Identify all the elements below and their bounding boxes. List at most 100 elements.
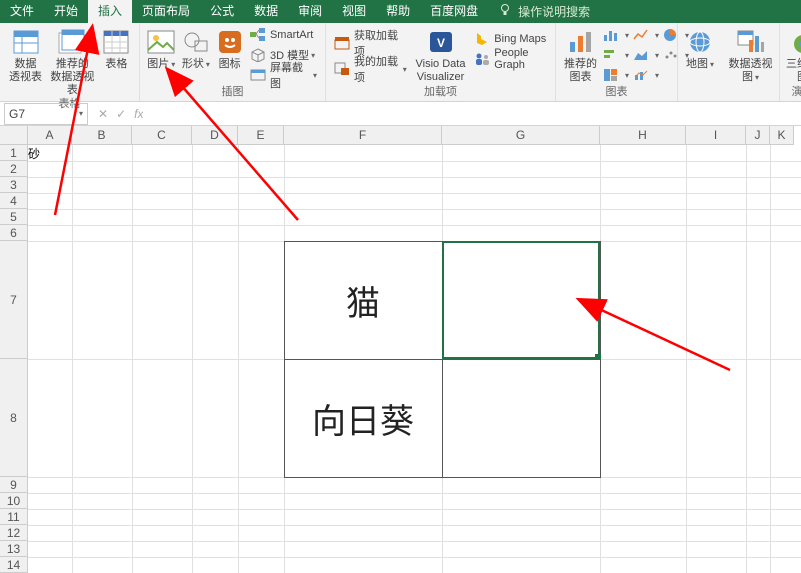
tab-home[interactable]: 开始 <box>44 0 88 23</box>
icons-button[interactable]: 图标 <box>213 25 246 71</box>
chevron-down-icon: ▾ <box>311 51 315 60</box>
recommended-charts-button[interactable]: 推荐的 图表 <box>560 25 601 84</box>
row-header[interactable]: 3 <box>0 177 27 193</box>
group-label-addins: 加载项 <box>330 85 551 101</box>
row-header[interactable]: 6 <box>0 225 27 241</box>
chart-type-area-button[interactable]: ▾ <box>631 45 661 65</box>
recommended-pivot-button[interactable]: 推荐的 数据透视表 <box>47 25 98 97</box>
table-button[interactable]: 表格 <box>98 25 135 71</box>
tab-page-layout[interactable]: 页面布局 <box>132 0 200 23</box>
screenshot-button[interactable]: 屏幕截图▾ <box>246 65 321 85</box>
pie-chart-icon <box>663 27 679 43</box>
fx-icon[interactable]: fx <box>134 107 143 121</box>
svg-text:V: V <box>436 36 444 50</box>
cube-icon <box>250 47 266 63</box>
line-chart-icon <box>633 27 649 43</box>
group-addins: 获取加载项 我的加载项▾ V Visio Data Visualizer <box>326 23 556 101</box>
col-header[interactable]: I <box>686 126 746 144</box>
bing-icon <box>474 31 490 47</box>
row-header[interactable]: 4 <box>0 193 27 209</box>
formula-input[interactable] <box>143 106 801 122</box>
pivot-table-button[interactable]: 数据 透视表 <box>4 25 47 84</box>
globe3d-icon <box>787 27 801 57</box>
chart-type-combo-button[interactable]: ▾ <box>631 65 661 85</box>
cell-F8[interactable]: 向日葵 <box>284 359 442 477</box>
chevron-down-icon[interactable]: ▾ <box>79 109 83 118</box>
tab-file[interactable]: 文件 <box>0 0 44 23</box>
column-chart-icon <box>603 27 619 43</box>
chevron-down-icon: ▾ <box>206 60 210 69</box>
tab-insert[interactable]: 插入 <box>88 0 132 23</box>
group-charts: 推荐的 图表 ▾ ▾ ▾ ▾ ▾ ▾ ▾ ▾ 图表 <box>556 23 678 101</box>
scatter-chart-icon <box>663 47 679 63</box>
tab-review[interactable]: 审阅 <box>288 0 332 23</box>
col-header[interactable]: B <box>72 126 132 144</box>
chevron-down-icon: ▾ <box>755 73 759 82</box>
chart-type-line-button[interactable]: ▾ <box>631 25 661 45</box>
group-label-illus: 插图 <box>144 85 321 101</box>
chart-type-bar-button[interactable]: ▾ <box>601 45 631 65</box>
tab-view[interactable]: 视图 <box>332 0 376 23</box>
lightbulb-icon <box>498 3 512 20</box>
row-header[interactable]: 13 <box>0 541 27 557</box>
row-header[interactable]: 5 <box>0 209 27 225</box>
chart-type-col-button[interactable]: ▾ <box>601 25 631 45</box>
row-header[interactable]: 1 <box>0 145 27 161</box>
row-header[interactable]: 10 <box>0 493 27 509</box>
store-icon <box>334 35 350 51</box>
people-graph-button[interactable]: People Graph <box>470 49 551 69</box>
row-header[interactable]: 11 <box>0 509 27 525</box>
col-header[interactable]: F <box>284 126 442 144</box>
cell-grid[interactable]: 砂 猫 向日葵 <box>28 145 801 573</box>
bar-chart-icon <box>603 47 619 63</box>
menu-tab-bar: 文件 开始 插入 页面布局 公式 数据 审阅 视图 帮助 百度网盘 操作说明搜索 <box>0 0 801 23</box>
row-header[interactable]: 8 <box>0 359 27 477</box>
pivot-table-icon <box>10 27 42 57</box>
tell-me-search[interactable]: 操作说明搜索 <box>488 3 600 20</box>
group-tables: 数据 透视表 推荐的 数据透视表 表格 表格 <box>0 23 140 101</box>
my-addins-button[interactable]: 我的加载项▾ <box>330 59 411 79</box>
col-header[interactable]: G <box>442 126 600 144</box>
select-all-corner[interactable] <box>0 126 28 145</box>
col-header[interactable]: C <box>132 126 192 144</box>
chevron-down-icon: ▾ <box>171 60 175 69</box>
column-headers: A B C D E F G H I J K <box>28 126 794 145</box>
col-header[interactable]: J <box>746 126 770 144</box>
maps-button[interactable]: 地图▾ <box>682 25 718 71</box>
smartart-button[interactable]: SmartArt <box>246 25 321 45</box>
row-header[interactable]: 9 <box>0 477 27 493</box>
shapes-button[interactable]: 形状▾ <box>179 25 214 71</box>
chevron-down-icon: ▾ <box>313 71 317 80</box>
treemap-chart-icon <box>603 67 619 83</box>
col-header[interactable]: E <box>238 126 284 144</box>
recommended-charts-icon <box>565 27 597 57</box>
visio-button[interactable]: V Visio Data Visualizer <box>411 25 471 84</box>
screenshot-icon <box>250 67 266 83</box>
cancel-formula-button[interactable]: ✕ <box>98 107 108 121</box>
combo-chart-icon <box>633 67 649 83</box>
confirm-formula-button[interactable]: ✓ <box>116 107 126 121</box>
col-header[interactable]: H <box>600 126 686 144</box>
tab-formulas[interactable]: 公式 <box>200 0 244 23</box>
tab-help[interactable]: 帮助 <box>376 0 420 23</box>
tab-data[interactable]: 数据 <box>244 0 288 23</box>
tab-baidu[interactable]: 百度网盘 <box>420 0 488 23</box>
col-header[interactable]: K <box>770 126 794 144</box>
col-header[interactable]: D <box>192 126 238 144</box>
pictures-icon <box>145 27 177 57</box>
chart-type-map-button[interactable]: ▾ <box>601 65 631 85</box>
formula-bar: G7 ▾ ✕ ✓ fx <box>0 102 801 126</box>
name-box[interactable]: G7 ▾ <box>4 103 88 125</box>
group-illustrations: 图片▾ 形状▾ 图标 SmartArt <box>140 23 326 101</box>
col-header[interactable]: A <box>28 126 72 144</box>
row-header[interactable]: 7 <box>0 241 27 359</box>
bing-maps-button[interactable]: Bing Maps <box>470 29 551 49</box>
pivot-chart-button[interactable]: 数据透视图▾ <box>726 25 775 84</box>
3d-map-button[interactable]: 三维地 图 <box>784 25 801 84</box>
row-header[interactable]: 14 <box>0 557 27 573</box>
get-addins-button[interactable]: 获取加载项 <box>330 33 411 53</box>
row-header[interactable]: 12 <box>0 525 27 541</box>
row-header[interactable]: 2 <box>0 161 27 177</box>
pictures-button[interactable]: 图片▾ <box>144 25 179 71</box>
cell-F7[interactable]: 猫 <box>284 241 442 359</box>
